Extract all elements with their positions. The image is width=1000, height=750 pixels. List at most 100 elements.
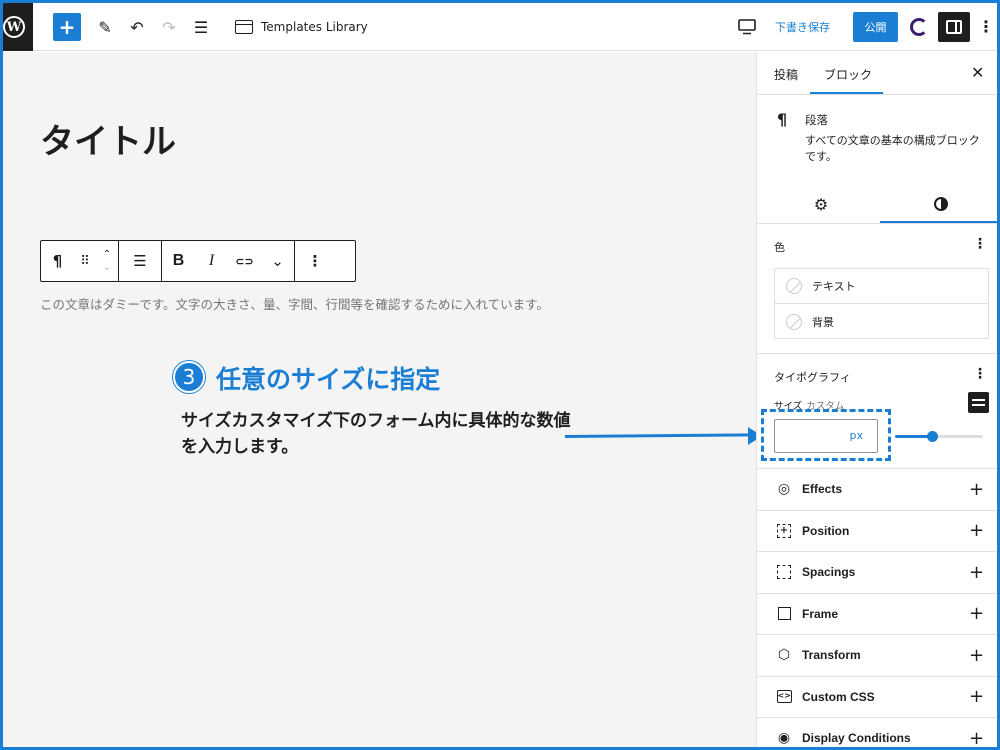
bold-button[interactable]: B bbox=[162, 241, 195, 281]
sidebar-icon bbox=[946, 20, 962, 34]
custom-size-toggle-icon[interactable] bbox=[968, 392, 989, 413]
frame-glyph bbox=[777, 607, 791, 621]
sidebar-tabs: 投稿 ブロック ✕ bbox=[757, 52, 997, 95]
expand-plus-icon[interactable]: + bbox=[969, 603, 984, 624]
settings-gear-icon[interactable]: ⚙ bbox=[809, 194, 833, 214]
custom-css-label: Custom CSS bbox=[802, 689, 875, 704]
styles-contrast-icon bbox=[934, 197, 948, 211]
custom-css-icon: <> bbox=[775, 688, 793, 706]
block-movers: ⌃ ⌄ bbox=[96, 241, 118, 281]
app-frame: W + ✎ ↶ ↷ ☰ Templates Library 下書き保存 公開 ⋮… bbox=[0, 0, 1000, 750]
align-group: ☰ bbox=[119, 241, 162, 281]
options-group: ⋮ bbox=[295, 241, 335, 281]
block-description: すべての文章の基本の構成ブロックです。 bbox=[805, 134, 980, 163]
move-down-icon[interactable]: ⌄ bbox=[103, 261, 111, 274]
font-size-unit[interactable]: px bbox=[850, 429, 864, 442]
redo-icon[interactable]: ↷ bbox=[155, 13, 183, 41]
toggle-line-icon bbox=[972, 399, 985, 401]
wordpress-logo[interactable]: W bbox=[3, 3, 33, 51]
active-tab-indicator bbox=[810, 92, 883, 94]
tool-panel-custom-css[interactable]: <> Custom CSS + bbox=[757, 675, 997, 718]
italic-button[interactable]: I bbox=[195, 241, 228, 281]
color-panel-more-icon[interactable]: ⋮ bbox=[973, 236, 987, 252]
text-color-label: テキスト bbox=[812, 280, 856, 293]
editor-header: W + ✎ ↶ ↷ ☰ Templates Library 下書き保存 公開 ⋮ bbox=[3, 3, 997, 51]
pen-icon[interactable]: ✎ bbox=[91, 13, 119, 41]
block-toolbar: ¶ ⠿ ⌃ ⌄ ☰ B I ⊂⊃ ⌄ ⋮ bbox=[40, 240, 356, 282]
tab-block[interactable]: ブロック bbox=[824, 66, 872, 83]
tool-panel-display-conditions[interactable]: ◉ Display Conditions + bbox=[757, 717, 997, 747]
color-settings: テキスト 背景 bbox=[774, 268, 989, 339]
format-group: B I ⊂⊃ ⌄ bbox=[162, 241, 295, 281]
display-conditions-icon: ◉ bbox=[775, 729, 793, 747]
tool-panel-spacings[interactable]: Spacings + bbox=[757, 551, 997, 593]
block-options-icon[interactable]: ⋮ bbox=[295, 241, 335, 281]
tool-panel-frame[interactable]: Frame + bbox=[757, 592, 997, 635]
slider-thumb[interactable] bbox=[926, 431, 938, 442]
options-more-icon[interactable]: ⋮ bbox=[978, 17, 994, 36]
expand-plus-icon[interactable]: + bbox=[969, 520, 984, 541]
tab-post[interactable]: 投稿 bbox=[774, 66, 798, 83]
editor-canvas[interactable]: タイトル ¶ ⠿ ⌃ ⌄ ☰ B I ⊂⊃ ⌄ ⋮ この文章はダミーです。文字の… bbox=[3, 52, 756, 747]
expand-plus-icon[interactable]: + bbox=[969, 645, 984, 666]
transform-glyph: ⬡ bbox=[777, 647, 791, 664]
frame-icon bbox=[775, 605, 793, 623]
expand-plus-icon[interactable]: + bbox=[969, 686, 984, 707]
paragraph-block-icon: ¶ bbox=[777, 110, 788, 129]
post-title[interactable]: タイトル bbox=[40, 114, 176, 163]
text-color-item[interactable]: テキスト bbox=[775, 269, 988, 304]
preview-desktop-icon[interactable] bbox=[738, 19, 756, 35]
move-up-icon[interactable]: ⌃ bbox=[103, 248, 111, 261]
document-overview-icon[interactable]: ☰ bbox=[187, 13, 215, 41]
paragraph-block[interactable]: この文章はダミーです。文字の大きさ、量、字間、行間等を確認するために入れています… bbox=[40, 294, 549, 313]
block-switcher-group: ¶ ⠿ ⌃ ⌄ bbox=[41, 241, 119, 281]
more-formats-chevron-icon[interactable]: ⌄ bbox=[261, 241, 294, 281]
active-subtab-indicator bbox=[880, 221, 997, 223]
tool-panel-effects[interactable]: ◎ Effects + bbox=[757, 468, 997, 510]
expand-plus-icon[interactable]: + bbox=[969, 479, 984, 500]
save-draft-button[interactable]: 下書き保存 bbox=[775, 19, 830, 35]
document-title-bar[interactable]: Templates Library bbox=[235, 15, 368, 39]
tool-panel-position[interactable]: + Position + bbox=[757, 509, 997, 552]
align-text-icon[interactable]: ☰ bbox=[119, 241, 161, 281]
background-color-item[interactable]: 背景 bbox=[775, 304, 988, 339]
plugin-circle-icon[interactable] bbox=[910, 18, 928, 36]
effects-icon: ◎ bbox=[775, 480, 793, 498]
styles-tab[interactable] bbox=[929, 194, 953, 214]
paragraph-icon[interactable]: ¶ bbox=[41, 241, 74, 281]
undo-icon[interactable]: ↶ bbox=[123, 13, 151, 41]
link-icon[interactable]: ⊂⊃ bbox=[228, 241, 261, 281]
document-title: Templates Library bbox=[261, 20, 368, 34]
spacings-glyph bbox=[777, 565, 791, 580]
panel-divider bbox=[757, 353, 997, 354]
spacings-icon bbox=[775, 563, 793, 581]
toggle-line-icon bbox=[972, 404, 985, 406]
empty-swatch-icon bbox=[786, 313, 802, 330]
custom-css-glyph: <> bbox=[776, 690, 792, 704]
display-conditions-glyph: ◉ bbox=[777, 730, 791, 747]
font-size-slider[interactable] bbox=[895, 431, 983, 442]
position-icon: + bbox=[775, 522, 793, 540]
tool-panel-transform[interactable]: ⬡ Transform + bbox=[757, 634, 997, 676]
wordpress-icon: W bbox=[3, 16, 25, 38]
font-size-input[interactable]: px bbox=[774, 419, 878, 453]
expand-plus-icon[interactable]: + bbox=[969, 562, 984, 583]
settings-sidebar-toggle[interactable] bbox=[938, 12, 970, 42]
typography-panel-title: タイポグラフィ bbox=[774, 371, 851, 384]
block-inspector-tabs: ⚙ bbox=[757, 185, 997, 224]
transform-label: Transform bbox=[802, 648, 861, 663]
add-block-button[interactable]: + bbox=[53, 13, 81, 41]
settings-sidebar: 投稿 ブロック ✕ ¶ 段落 すべての文章の基本の構成ブロックです。 ⚙ 色 ⋮… bbox=[756, 52, 997, 747]
position-glyph: + bbox=[777, 523, 791, 538]
color-panel-title: 色 bbox=[774, 241, 785, 254]
template-window-icon bbox=[235, 20, 253, 34]
expand-plus-icon[interactable]: + bbox=[969, 728, 984, 747]
drag-handle-icon[interactable]: ⠿ bbox=[74, 241, 96, 281]
step-title: 任意のサイズに指定 bbox=[216, 365, 441, 394]
block-name: 段落 bbox=[805, 113, 828, 127]
publish-button[interactable]: 公開 bbox=[853, 12, 898, 42]
close-icon[interactable]: ✕ bbox=[971, 63, 984, 82]
effects-glyph: ◎ bbox=[777, 481, 791, 498]
step-description: サイズカスタマイズ下のフォーム内に具体的な数値を入力します。 bbox=[181, 411, 571, 457]
typography-panel-more-icon[interactable]: ⋮ bbox=[973, 366, 987, 382]
